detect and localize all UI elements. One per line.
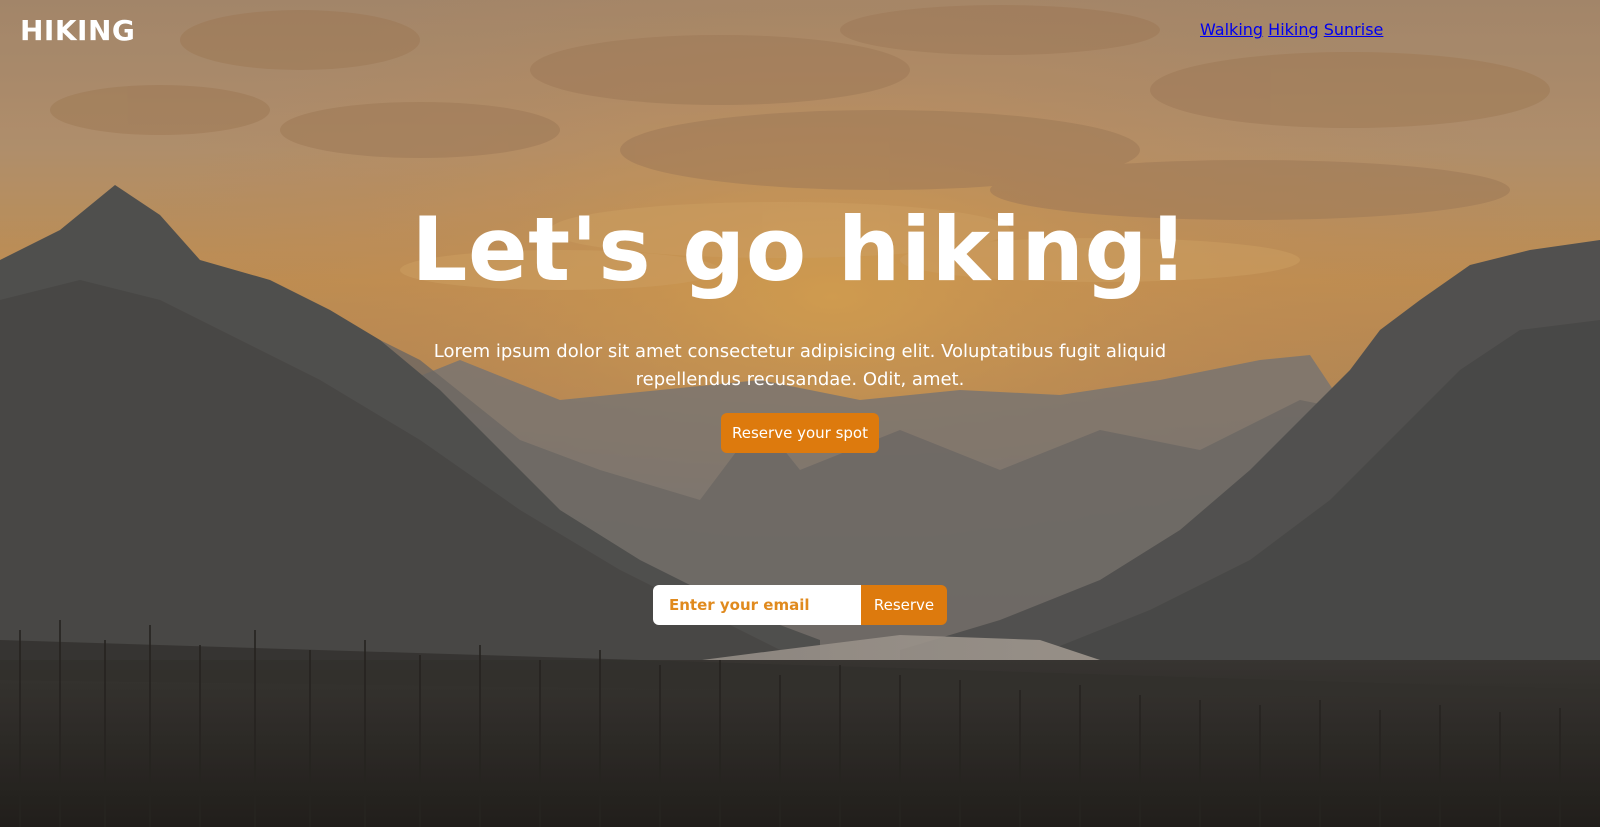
email-input[interactable] [653, 585, 861, 625]
hero-title: Let's go hiking! [411, 198, 1189, 301]
top-navigation-bar: HIKING Walking Hiking Sunrise [0, 0, 1600, 64]
email-signup-form: Reserve [653, 585, 947, 625]
nav-link-sunrise[interactable]: Sunrise [1324, 20, 1384, 39]
nav-link-hiking[interactable]: Hiking [1268, 20, 1318, 39]
hero-section: HIKING Walking Hiking Sunrise Let's go h… [0, 0, 1600, 827]
hero-subtitle: Lorem ipsum dolor sit amet consectetur a… [433, 341, 1167, 390]
main-nav: Walking Hiking Sunrise [1200, 20, 1600, 44]
reserve-spot-button[interactable]: Reserve your spot [721, 413, 879, 453]
nav-link-walking[interactable]: Walking [1200, 20, 1263, 39]
site-logo[interactable]: HIKING [20, 14, 135, 47]
reserve-button[interactable]: Reserve [861, 585, 947, 625]
